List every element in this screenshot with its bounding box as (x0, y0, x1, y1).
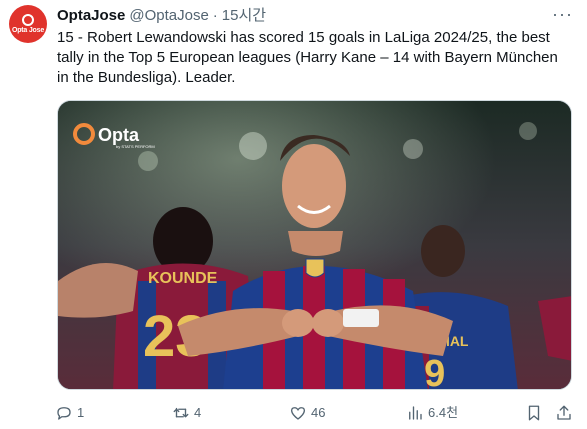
more-options-icon[interactable]: ··· (552, 5, 573, 23)
like-button[interactable]: 46 (289, 402, 325, 424)
tweet-header: OptaJose @OptaJose · 15시간 (57, 7, 547, 25)
bookmark-icon (528, 405, 540, 421)
share-icon (557, 405, 571, 420)
bookmark-button[interactable] (525, 402, 543, 424)
share-button[interactable] (555, 402, 573, 424)
avatar-brand-text: Opta Jose (11, 26, 45, 34)
retweet-button[interactable]: 4 (172, 402, 201, 424)
views-button[interactable]: 6.4천 (406, 402, 458, 424)
opta-logo-icon (22, 13, 34, 26)
reply-icon (57, 407, 71, 420)
views-icon (409, 406, 422, 420)
jersey-name-back: KOUNDE (148, 270, 218, 287)
tweet-media-image[interactable]: KOUNDE 23 YAMAL 19 (57, 100, 572, 390)
svg-text:Opta: Opta (98, 125, 140, 145)
tweet-action-bar: 1 4 46 6.4천 (55, 402, 575, 424)
reply-count: 1 (77, 405, 85, 420)
tweet-timestamp[interactable]: 15시간 (222, 7, 266, 25)
author-name[interactable]: OptaJose (57, 7, 125, 25)
views-count: 6.4천 (428, 405, 459, 420)
reply-button[interactable]: 1 (55, 402, 84, 424)
author-handle[interactable]: @OptaJose (129, 7, 208, 25)
retweet-count: 4 (194, 405, 202, 420)
retweet-icon (173, 407, 189, 418)
separator-dot: · (212, 7, 218, 24)
author-avatar[interactable]: Opta Jose (9, 5, 47, 43)
heart-icon (290, 407, 306, 420)
svg-text:by STATS PERFORM: by STATS PERFORM (116, 144, 155, 149)
player-photo: KOUNDE 23 YAMAL 19 (58, 101, 571, 389)
tweet-text: 15 - Robert Lewandowski has scored 15 go… (57, 29, 558, 86)
like-count: 46 (311, 405, 326, 420)
